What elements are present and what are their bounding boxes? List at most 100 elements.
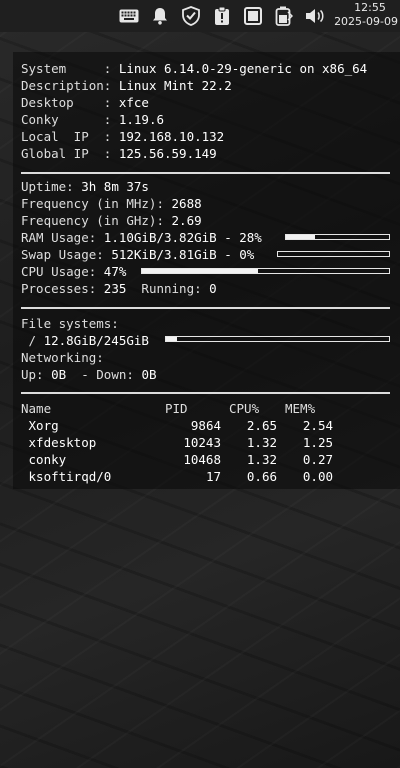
global-ip-row: Global IP : 125.56.59.149 [21,145,217,162]
description-row: Description: Linux Mint 22.2 [21,77,232,94]
process-mem: 1.25 [302,435,333,450]
header-name: Name [21,401,52,416]
running-label: Running: [126,281,210,296]
local-ip-value: 192.168.10.132 [118,129,225,144]
desktop-value: xfce [118,95,149,110]
header-mem: MEM% [285,401,316,416]
cpu-row: CPU Usage: 47% [21,263,126,280]
table-row: ksoftirqd/0 17 0.66 0.00 [21,468,390,485]
clipboard-icon[interactable] [211,5,233,27]
separator-1 [21,172,390,174]
process-mem: 0.00 [302,469,333,484]
notification-bell-icon[interactable] [149,5,171,27]
desktop-row: Desktop : xfce [21,94,149,111]
network-row: Up: 0B - Down: 0B [21,366,157,383]
table-row: Xorg 9864 2.65 2.54 [21,417,390,434]
swap-usage-bar [277,251,390,257]
freq-mhz-label: Frequency (in MHz): [21,196,172,211]
process-cpu: 1.32 [246,452,277,467]
desktop-label: Desktop : [21,95,112,110]
root-fs-bar [165,336,390,342]
system-tray [118,4,335,28]
process-cpu: 1.32 [246,435,277,450]
root-fs-row: / 12.8GiB/245GiB [21,332,149,349]
down-value: 0B [141,367,157,382]
process-mem: 2.54 [302,418,333,433]
process-pid: 9864 [190,418,221,433]
root-fs-bar-fill [166,337,178,341]
separator-3 [21,392,390,394]
process-cpu: 2.65 [246,418,277,433]
processes-row: Processes: 235 Running: 0 [21,280,217,297]
system-row: System : Linux 6.14.0-29-generic on x86_… [21,60,367,77]
battery-icon[interactable] [273,5,295,27]
process-name: xfdesktop [21,435,97,450]
freq-ghz-value: 2.69 [171,213,202,228]
keyboard-icon[interactable] [118,5,140,27]
process-pid: 17 [205,469,221,484]
cpu-usage-bar-fill [142,269,259,273]
uptime-row: Uptime: 3h 8m 37s [21,178,149,195]
description-label: Description: [21,78,112,93]
up-label: Up: [21,367,52,382]
swap-value: 512KiB/3.81GiB - 0% [111,247,255,262]
freq-mhz-value: 2688 [171,196,202,211]
process-mem: 0.27 [302,452,333,467]
networking-heading: Networking: [21,350,104,365]
header-pid: PID [165,401,188,416]
description-value: Linux Mint 22.2 [118,78,232,93]
freq-ghz-label: Frequency (in GHz): [21,213,172,228]
process-name: ksoftirqd/0 [21,469,112,484]
root-fs-value: 12.8GiB/245GiB [43,333,149,348]
down-label: - Down: [66,367,142,382]
conky-value: 1.19.6 [118,112,164,127]
process-cpu: 0.66 [246,469,277,484]
cpu-usage-bar [141,268,390,274]
ram-usage-bar-fill [286,235,315,239]
table-row: conky 10468 1.32 0.27 [21,451,390,468]
filesystems-heading: File systems: [21,316,119,331]
table-row: xfdesktop 10243 1.32 1.25 [21,434,390,451]
freq-ghz-row: Frequency (in GHz): 2.69 [21,212,202,229]
root-fs-label: / [21,333,44,348]
header-cpu: CPU% [229,401,260,416]
ram-usage-bar [285,234,390,240]
process-name: conky [21,452,67,467]
process-table-header: Name PID CPU% MEM% [21,400,390,417]
local-ip-row: Local IP : 192.168.10.132 [21,128,224,145]
up-value: 0B [51,367,67,382]
uptime-value: 3h 8m 37s [81,179,149,194]
clock-date: 2025-09-09 [334,15,398,28]
processes-label: Processes: [21,281,104,296]
swap-label: Swap Usage: [21,247,112,262]
cpu-value: 47% [103,264,127,279]
shield-icon[interactable] [180,5,202,27]
process-pid: 10243 [183,435,221,450]
system-label: System : [21,61,112,76]
process-pid: 10468 [183,452,221,467]
running-value: 0 [209,281,217,296]
ram-row: RAM Usage: 1.10GiB/3.82GiB - 28% [21,229,262,246]
conky-label: Conky : [21,112,112,127]
window-icon[interactable] [242,5,264,27]
swap-row: Swap Usage: 512KiB/3.81GiB - 0% [21,246,254,263]
cpu-label: CPU Usage: [21,264,104,279]
volume-icon[interactable] [304,5,326,27]
ram-value: 1.10GiB/3.82GiB - 28% [103,230,262,245]
conky-widget: System : Linux 6.14.0-29-generic on x86_… [13,52,400,489]
global-ip-label: Global IP : [21,146,112,161]
uptime-label: Uptime: [21,179,82,194]
conky-version-row: Conky : 1.19.6 [21,111,164,128]
clock-time: 12:55 [354,1,386,14]
separator-2 [21,307,390,309]
global-ip-value: 125.56.59.149 [118,146,217,161]
freq-mhz-row: Frequency (in MHz): 2688 [21,195,202,212]
panel-clock[interactable]: 12:55 2025-09-09 [332,1,398,29]
system-value: Linux 6.14.0-29-generic on x86_64 [118,61,368,76]
desktop-background: 12:55 2025-09-09 System : Linux 6.14.0-2… [0,0,400,768]
processes-value: 235 [103,281,127,296]
local-ip-label: Local IP : [21,129,112,144]
process-name: Xorg [21,418,59,433]
top-panel: 12:55 2025-09-09 [0,0,400,32]
ram-label: RAM Usage: [21,230,104,245]
